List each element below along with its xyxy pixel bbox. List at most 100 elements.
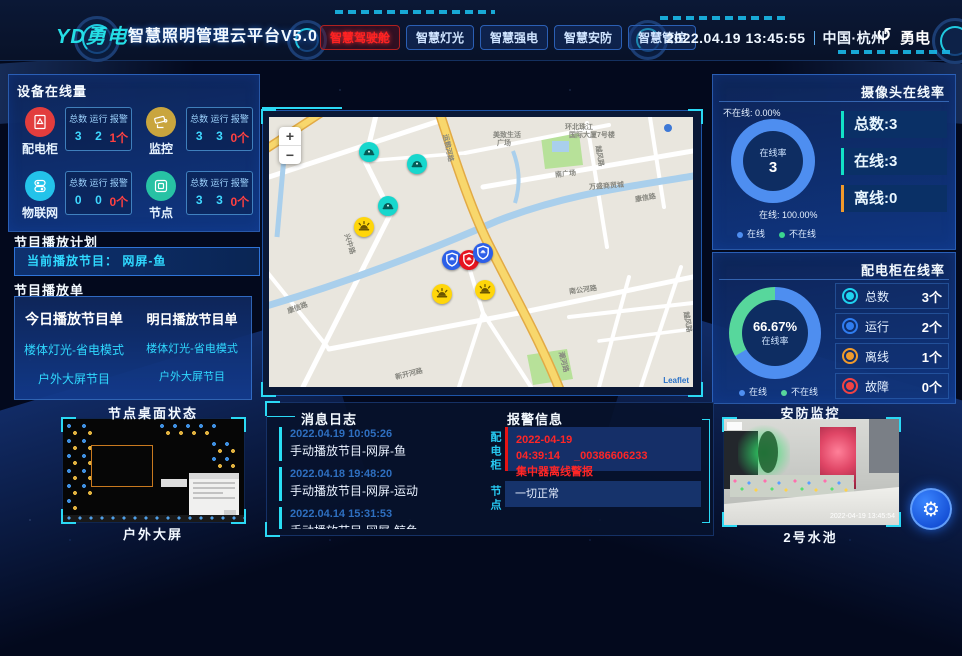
zoom-out-button[interactable]: − <box>279 146 301 164</box>
message-log-title: 消息日志 <box>301 409 357 428</box>
device-name: 节点 <box>138 204 184 221</box>
dash-decoration <box>335 10 495 14</box>
device-name: 物联网 <box>17 204 63 221</box>
map-street-label: 康信路 <box>634 191 656 204</box>
device-cell-camera: 监控 总数运行报警 330个 <box>136 101 255 163</box>
map-marker-camera-icon[interactable] <box>378 196 398 216</box>
tab-cockpit[interactable]: 智慧驾驶舱 <box>320 25 400 50</box>
camera-stats: 总数:3 在线:3 离线:0 <box>841 111 947 222</box>
map-marker-light-icon[interactable] <box>354 217 374 237</box>
device-grid: 配电柜 总数运行报警 321个 监控 总数运行报警 330个 <box>15 101 255 227</box>
stat-offline: 离线:0 <box>841 185 947 212</box>
val-alarm: 0个 <box>109 193 129 210</box>
map-marker-light-icon[interactable] <box>432 284 452 304</box>
map-marker-camera-icon[interactable] <box>407 154 427 174</box>
cabinet-row-running: 运行2个 <box>835 313 949 339</box>
nav-tabs: 智慧驾驶舱 智慧灯光 智慧强电 智慧安防 智慧管控 <box>320 25 696 50</box>
alarm-entry-node: 一切正常 <box>505 481 701 507</box>
dash-decoration <box>838 50 953 54</box>
corner-bracket <box>722 512 737 527</box>
security-camera-feed[interactable]: 2022-04-19 13:45:54 <box>723 418 900 526</box>
desktop-taskbar <box>63 515 244 522</box>
map-attribution[interactable]: Leaflet <box>663 376 689 385</box>
zoom-in-button[interactable]: + <box>279 127 301 146</box>
page-title: 智慧照明管理云平台V5.0 <box>128 22 318 46</box>
device-stats: 总数运行报警 321个 <box>65 107 132 151</box>
cabinet-rate-title: 配电柜在线率 <box>861 260 945 279</box>
user-button[interactable]: 勇电 <box>900 27 930 48</box>
map-marker-light-icon[interactable] <box>475 280 495 300</box>
security-panel-title: 安防监控 <box>723 403 898 422</box>
device-online-panel: 设备在线量 配电柜 总数运行报警 321个 监控 总数运行报警 <box>8 74 260 232</box>
val-total: 3 <box>189 129 209 146</box>
node-desktop-screenshot[interactable] <box>62 418 245 523</box>
alarm-cabinet-label: 配电柜 <box>487 431 503 473</box>
legend-online: 在线 <box>737 227 765 240</box>
playlist-tomorrow: 明日播放节目单 楼体灯光-省电模式 户外大屏节目 <box>133 297 251 399</box>
header-bar: YD勇电® 智慧照明管理云平台V5.0 智慧驾驶舱 智慧灯光 智慧强电 智慧安防… <box>0 0 962 61</box>
legend-offline: 不在线 <box>779 227 816 240</box>
cctv-icon <box>146 107 176 137</box>
col-running: 运行 <box>88 176 108 189</box>
device-name: 监控 <box>138 140 184 157</box>
col-alarm: 报警 <box>230 112 250 125</box>
val-total: 0 <box>68 193 88 210</box>
tab-lighting[interactable]: 智慧灯光 <box>406 25 474 50</box>
map-canvas[interactable]: 环北珠江国际大厦7号楼美致生活广场越风路南广场万盛商贸城康信路运粮河路兴中路康信… <box>269 117 693 387</box>
map-overlay: 环北珠江国际大厦7号楼美致生活广场越风路南广场万盛商贸城康信路运粮河路兴中路康信… <box>269 117 693 387</box>
brand-logo: YD勇电® <box>56 20 135 49</box>
cabinet-row-total: 总数3个 <box>835 283 949 309</box>
map-street-label: 万盛商贸城 <box>589 180 625 192</box>
playlist-today-heading[interactable]: 今日播放节目单 <box>15 309 133 329</box>
map-street-label: 国际大厦7号楼 <box>569 130 615 140</box>
map-street-label: 南广场 <box>555 168 577 180</box>
col-alarm: 报警 <box>109 176 129 189</box>
map-marker-shield-blue-icon[interactable] <box>473 243 493 263</box>
tab-security[interactable]: 智慧安防 <box>554 25 622 50</box>
map-panel: 环北珠江国际大厦7号楼美致生活广场越风路南广场万盛商贸城康信路运粮河路兴中路康信… <box>262 110 702 396</box>
corner-bracket <box>61 509 76 524</box>
val-alarm: 1个 <box>109 129 129 146</box>
device-stats: 总数运行报警 330个 <box>186 171 253 215</box>
cabinet-row-fault: 故障0个 <box>835 373 949 399</box>
val-running: 3 <box>209 129 229 146</box>
desktop-selection-rect <box>91 445 153 487</box>
col-total: 总数 <box>189 112 209 125</box>
total-icon <box>842 288 858 304</box>
col-running: 运行 <box>209 176 229 189</box>
corner-bracket <box>265 522 280 537</box>
map-street-label: 运粮河路 <box>440 133 456 162</box>
corner-bracket <box>886 512 901 527</box>
corner-bracket <box>688 109 703 124</box>
val-total: 3 <box>189 193 209 210</box>
playlist-item: 户外大屏节目 <box>15 370 133 387</box>
map-street-label: 越风路 <box>593 145 606 167</box>
camera-scene: 2022-04-19 13:45:54 <box>724 419 899 525</box>
device-stats: 总数运行报警 330个 <box>186 107 253 151</box>
message-log-list: 2022.04.19 10:05:26 手动播放节目-网屏-鱼 2022.04.… <box>279 427 481 529</box>
map-marker-camera-icon[interactable] <box>359 142 379 162</box>
back-icon[interactable]: ↺ <box>876 24 892 47</box>
val-running: 3 <box>209 193 229 210</box>
desktop-icon-column <box>65 421 78 513</box>
donut-center-label: 在线率 <box>759 146 786 159</box>
settings-gear-button[interactable]: ⚙ <box>910 488 952 530</box>
desktop-icon-cluster <box>210 439 238 469</box>
cabinet-row-offline: 离线1个 <box>835 343 949 369</box>
divider <box>719 279 949 280</box>
cabinet-donut-chart: 66.67% 在线率 <box>729 287 821 379</box>
camera-rate-title: 摄像头在线率 <box>861 82 945 101</box>
playlist-item: 楼体灯光-省电模式 <box>133 340 251 356</box>
donut-online-label: 在线: 100.00% <box>759 208 818 221</box>
playlist-today: 今日播放节目单 楼体灯光-省电模式 户外大屏节目 <box>15 297 133 399</box>
divider <box>267 416 295 417</box>
col-total: 总数 <box>68 112 88 125</box>
map-street-label: 新开河路 <box>394 366 424 382</box>
playlist-tomorrow-heading[interactable]: 明日播放节目单 <box>133 309 251 328</box>
playlist-item: 户外大屏节目 <box>133 368 251 384</box>
tab-power[interactable]: 智慧强电 <box>480 25 548 50</box>
val-running: 0 <box>88 193 108 210</box>
col-total: 总数 <box>189 176 209 189</box>
right-bracket <box>702 419 710 523</box>
fault-icon <box>842 378 858 394</box>
